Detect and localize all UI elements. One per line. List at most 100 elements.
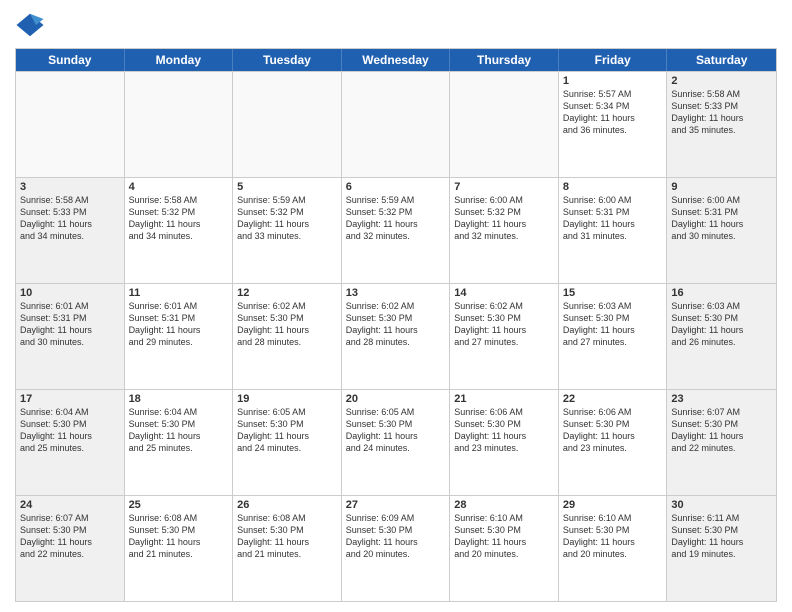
- cell-info: Sunrise: 5:58 AMSunset: 5:33 PMDaylight:…: [20, 194, 120, 243]
- cal-row-1: 3Sunrise: 5:58 AMSunset: 5:33 PMDaylight…: [16, 177, 776, 283]
- cell-info: Sunrise: 6:05 AMSunset: 5:30 PMDaylight:…: [237, 406, 337, 455]
- day-number: 4: [129, 181, 229, 193]
- day-of-week-wednesday: Wednesday: [342, 49, 451, 71]
- cal-cell-11: 11Sunrise: 6:01 AMSunset: 5:31 PMDayligh…: [125, 284, 234, 389]
- day-number: 22: [563, 393, 663, 405]
- day-number: 26: [237, 499, 337, 511]
- calendar: SundayMondayTuesdayWednesdayThursdayFrid…: [15, 48, 777, 602]
- day-number: 29: [563, 499, 663, 511]
- cell-info: Sunrise: 6:06 AMSunset: 5:30 PMDaylight:…: [563, 406, 663, 455]
- cal-cell-1: 1Sunrise: 5:57 AMSunset: 5:34 PMDaylight…: [559, 72, 668, 177]
- cell-info: Sunrise: 5:57 AMSunset: 5:34 PMDaylight:…: [563, 88, 663, 137]
- cell-info: Sunrise: 6:07 AMSunset: 5:30 PMDaylight:…: [671, 406, 772, 455]
- day-number: 23: [671, 393, 772, 405]
- day-number: 9: [671, 181, 772, 193]
- cal-cell-19: 19Sunrise: 6:05 AMSunset: 5:30 PMDayligh…: [233, 390, 342, 495]
- cal-cell-18: 18Sunrise: 6:04 AMSunset: 5:30 PMDayligh…: [125, 390, 234, 495]
- cell-info: Sunrise: 6:00 AMSunset: 5:32 PMDaylight:…: [454, 194, 554, 243]
- day-number: 14: [454, 287, 554, 299]
- cell-info: Sunrise: 6:10 AMSunset: 5:30 PMDaylight:…: [563, 512, 663, 561]
- day-number: 2: [671, 75, 772, 87]
- cal-row-2: 10Sunrise: 6:01 AMSunset: 5:31 PMDayligh…: [16, 283, 776, 389]
- cell-info: Sunrise: 6:02 AMSunset: 5:30 PMDaylight:…: [346, 300, 446, 349]
- cal-cell-2: 2Sunrise: 5:58 AMSunset: 5:33 PMDaylight…: [667, 72, 776, 177]
- cal-cell-16: 16Sunrise: 6:03 AMSunset: 5:30 PMDayligh…: [667, 284, 776, 389]
- cal-cell-3: 3Sunrise: 5:58 AMSunset: 5:33 PMDaylight…: [16, 178, 125, 283]
- cal-cell-empty: [342, 72, 451, 177]
- cal-cell-5: 5Sunrise: 5:59 AMSunset: 5:32 PMDaylight…: [233, 178, 342, 283]
- day-number: 18: [129, 393, 229, 405]
- cal-cell-27: 27Sunrise: 6:09 AMSunset: 5:30 PMDayligh…: [342, 496, 451, 601]
- day-number: 12: [237, 287, 337, 299]
- cal-cell-8: 8Sunrise: 6:00 AMSunset: 5:31 PMDaylight…: [559, 178, 668, 283]
- cell-info: Sunrise: 6:02 AMSunset: 5:30 PMDaylight:…: [237, 300, 337, 349]
- day-of-week-sunday: Sunday: [16, 49, 125, 71]
- cal-cell-7: 7Sunrise: 6:00 AMSunset: 5:32 PMDaylight…: [450, 178, 559, 283]
- day-number: 11: [129, 287, 229, 299]
- cal-cell-29: 29Sunrise: 6:10 AMSunset: 5:30 PMDayligh…: [559, 496, 668, 601]
- cal-cell-9: 9Sunrise: 6:00 AMSunset: 5:31 PMDaylight…: [667, 178, 776, 283]
- logo: [15, 10, 49, 40]
- cal-cell-13: 13Sunrise: 6:02 AMSunset: 5:30 PMDayligh…: [342, 284, 451, 389]
- cell-info: Sunrise: 5:59 AMSunset: 5:32 PMDaylight:…: [346, 194, 446, 243]
- cell-info: Sunrise: 6:04 AMSunset: 5:30 PMDaylight:…: [129, 406, 229, 455]
- day-number: 15: [563, 287, 663, 299]
- day-of-week-thursday: Thursday: [450, 49, 559, 71]
- day-number: 24: [20, 499, 120, 511]
- cal-cell-empty: [450, 72, 559, 177]
- cal-cell-12: 12Sunrise: 6:02 AMSunset: 5:30 PMDayligh…: [233, 284, 342, 389]
- day-number: 25: [129, 499, 229, 511]
- cell-info: Sunrise: 6:01 AMSunset: 5:31 PMDaylight:…: [20, 300, 120, 349]
- cell-info: Sunrise: 5:59 AMSunset: 5:32 PMDaylight:…: [237, 194, 337, 243]
- day-number: 10: [20, 287, 120, 299]
- cal-row-4: 24Sunrise: 6:07 AMSunset: 5:30 PMDayligh…: [16, 495, 776, 601]
- day-number: 13: [346, 287, 446, 299]
- cal-cell-17: 17Sunrise: 6:04 AMSunset: 5:30 PMDayligh…: [16, 390, 125, 495]
- cal-cell-30: 30Sunrise: 6:11 AMSunset: 5:30 PMDayligh…: [667, 496, 776, 601]
- day-number: 28: [454, 499, 554, 511]
- cal-cell-20: 20Sunrise: 6:05 AMSunset: 5:30 PMDayligh…: [342, 390, 451, 495]
- cell-info: Sunrise: 6:08 AMSunset: 5:30 PMDaylight:…: [129, 512, 229, 561]
- cell-info: Sunrise: 6:03 AMSunset: 5:30 PMDaylight:…: [671, 300, 772, 349]
- cal-cell-24: 24Sunrise: 6:07 AMSunset: 5:30 PMDayligh…: [16, 496, 125, 601]
- cell-info: Sunrise: 6:04 AMSunset: 5:30 PMDaylight:…: [20, 406, 120, 455]
- cal-cell-26: 26Sunrise: 6:08 AMSunset: 5:30 PMDayligh…: [233, 496, 342, 601]
- cell-info: Sunrise: 6:08 AMSunset: 5:30 PMDaylight:…: [237, 512, 337, 561]
- cal-row-3: 17Sunrise: 6:04 AMSunset: 5:30 PMDayligh…: [16, 389, 776, 495]
- cell-info: Sunrise: 6:10 AMSunset: 5:30 PMDaylight:…: [454, 512, 554, 561]
- cell-info: Sunrise: 6:00 AMSunset: 5:31 PMDaylight:…: [563, 194, 663, 243]
- cal-cell-empty: [233, 72, 342, 177]
- cal-cell-empty: [16, 72, 125, 177]
- cell-info: Sunrise: 5:58 AMSunset: 5:32 PMDaylight:…: [129, 194, 229, 243]
- cal-cell-empty: [125, 72, 234, 177]
- cell-info: Sunrise: 6:03 AMSunset: 5:30 PMDaylight:…: [563, 300, 663, 349]
- cell-info: Sunrise: 6:01 AMSunset: 5:31 PMDaylight:…: [129, 300, 229, 349]
- cell-info: Sunrise: 6:11 AMSunset: 5:30 PMDaylight:…: [671, 512, 772, 561]
- cal-cell-4: 4Sunrise: 5:58 AMSunset: 5:32 PMDaylight…: [125, 178, 234, 283]
- day-number: 3: [20, 181, 120, 193]
- cell-info: Sunrise: 5:58 AMSunset: 5:33 PMDaylight:…: [671, 88, 772, 137]
- cal-row-0: 1Sunrise: 5:57 AMSunset: 5:34 PMDaylight…: [16, 71, 776, 177]
- day-number: 20: [346, 393, 446, 405]
- day-of-week-monday: Monday: [125, 49, 234, 71]
- day-of-week-saturday: Saturday: [667, 49, 776, 71]
- cal-cell-22: 22Sunrise: 6:06 AMSunset: 5:30 PMDayligh…: [559, 390, 668, 495]
- day-number: 21: [454, 393, 554, 405]
- cell-info: Sunrise: 6:07 AMSunset: 5:30 PMDaylight:…: [20, 512, 120, 561]
- day-of-week-friday: Friday: [559, 49, 668, 71]
- calendar-body: 1Sunrise: 5:57 AMSunset: 5:34 PMDaylight…: [16, 71, 776, 601]
- cal-cell-15: 15Sunrise: 6:03 AMSunset: 5:30 PMDayligh…: [559, 284, 668, 389]
- cal-cell-23: 23Sunrise: 6:07 AMSunset: 5:30 PMDayligh…: [667, 390, 776, 495]
- day-number: 6: [346, 181, 446, 193]
- cell-info: Sunrise: 6:02 AMSunset: 5:30 PMDaylight:…: [454, 300, 554, 349]
- cal-cell-28: 28Sunrise: 6:10 AMSunset: 5:30 PMDayligh…: [450, 496, 559, 601]
- cell-info: Sunrise: 6:00 AMSunset: 5:31 PMDaylight:…: [671, 194, 772, 243]
- day-number: 17: [20, 393, 120, 405]
- day-of-week-tuesday: Tuesday: [233, 49, 342, 71]
- cell-info: Sunrise: 6:09 AMSunset: 5:30 PMDaylight:…: [346, 512, 446, 561]
- day-number: 30: [671, 499, 772, 511]
- day-number: 8: [563, 181, 663, 193]
- cal-cell-6: 6Sunrise: 5:59 AMSunset: 5:32 PMDaylight…: [342, 178, 451, 283]
- page: SundayMondayTuesdayWednesdayThursdayFrid…: [0, 0, 792, 612]
- day-number: 16: [671, 287, 772, 299]
